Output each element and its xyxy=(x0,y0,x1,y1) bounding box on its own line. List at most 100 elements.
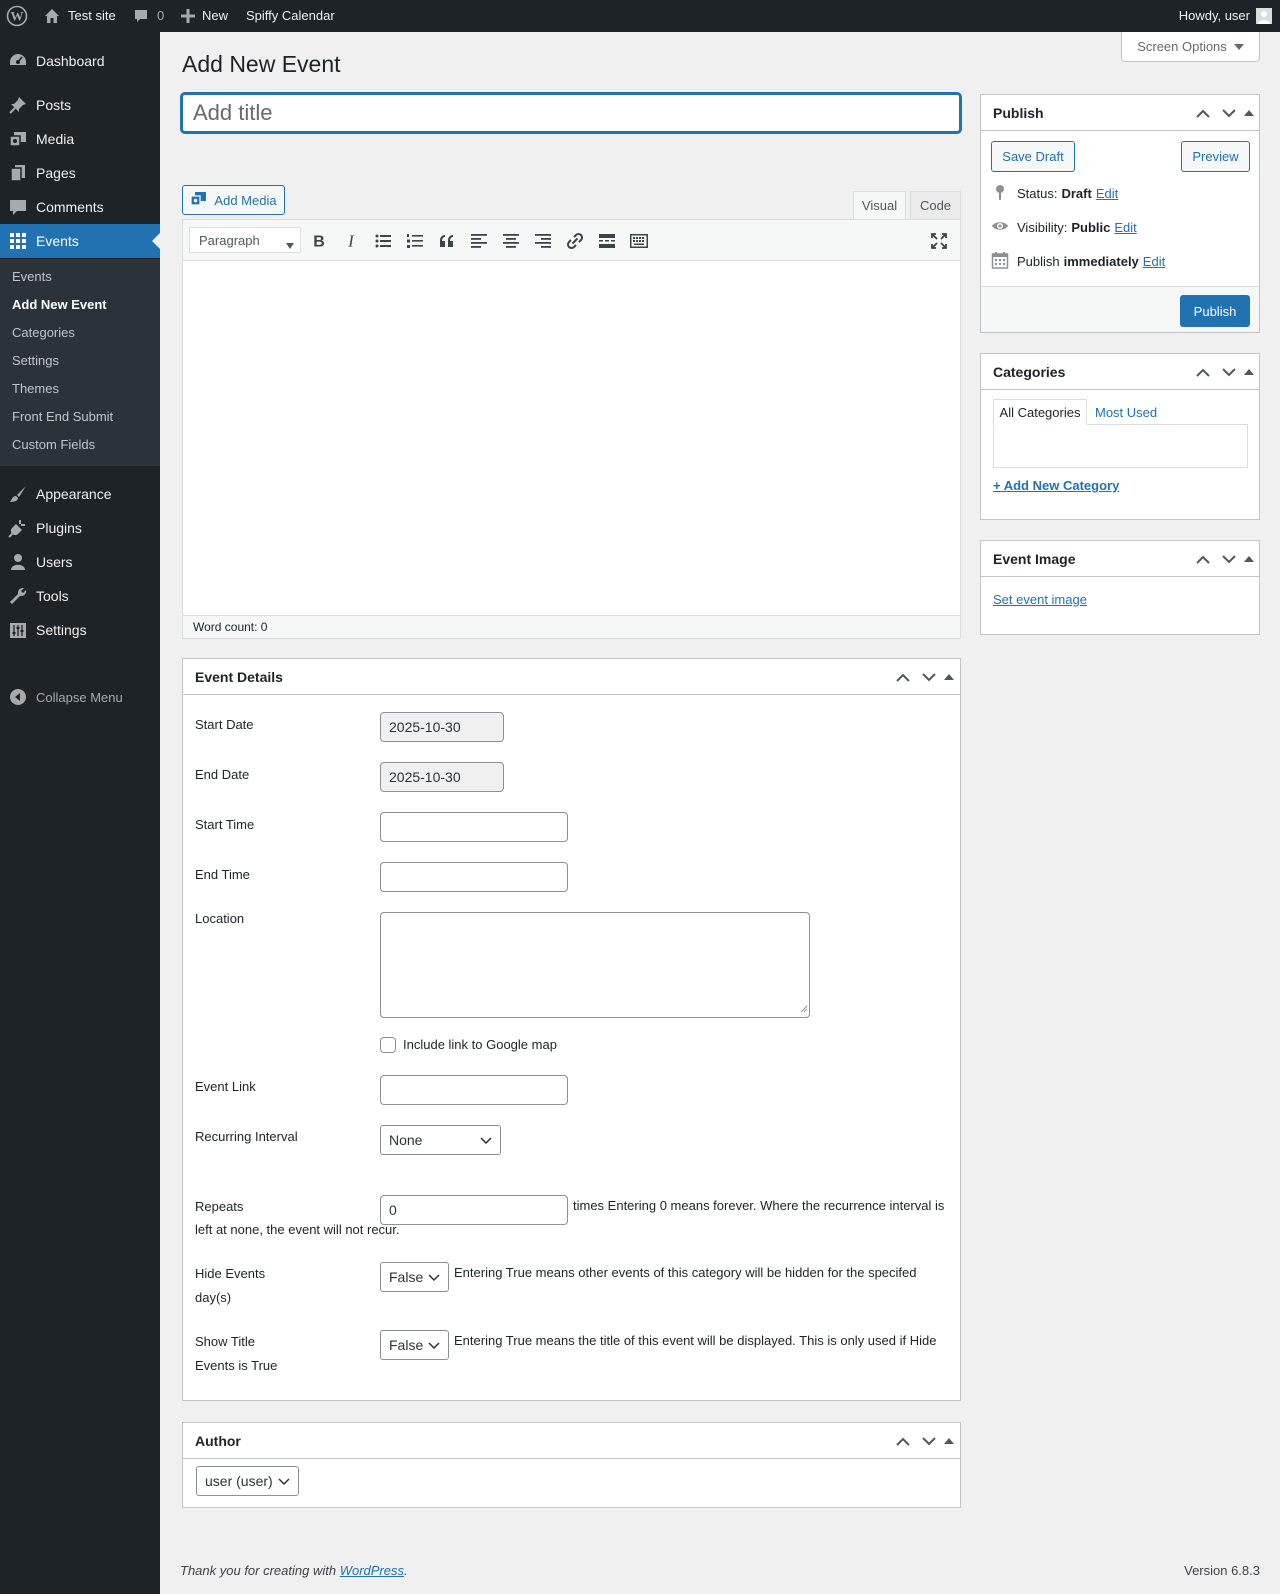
toggle-panel-icon[interactable] xyxy=(939,667,959,687)
my-account-link[interactable]: Howdy, user xyxy=(1179,0,1272,32)
tab-most-used[interactable]: Most Used xyxy=(1095,399,1157,425)
repeats-label: Repeats xyxy=(195,1199,244,1214)
spiffy-calendar-link[interactable]: Spiffy Calendar xyxy=(246,0,335,32)
sidebar-item-label: Plugins xyxy=(36,520,82,536)
toggle-panel-icon[interactable] xyxy=(1239,549,1259,569)
toggle-panel-icon[interactable] xyxy=(1239,362,1259,382)
sidebar-item-label: Dashboard xyxy=(36,53,105,69)
move-up-icon[interactable] xyxy=(893,1431,913,1451)
repeats-description-line-1: times Entering 0 means forever. Where th… xyxy=(573,1198,945,1213)
wordpress-link[interactable]: WordPress xyxy=(340,1563,404,1578)
show-title-select[interactable]: False xyxy=(380,1330,449,1360)
move-up-icon[interactable] xyxy=(1193,103,1213,123)
repeats-input[interactable]: 0 xyxy=(380,1195,568,1225)
format-select[interactable]: Paragraph xyxy=(189,227,301,253)
location-textarea[interactable] xyxy=(380,912,810,1018)
move-down-icon[interactable] xyxy=(919,667,939,687)
tab-code[interactable]: Code xyxy=(910,191,961,220)
sidebar-item-settings[interactable]: Settings xyxy=(0,613,160,647)
tab-visual[interactable]: Visual xyxy=(853,191,906,220)
submenu-item-categories[interactable]: Categories xyxy=(12,325,75,340)
sidebar-item-tools[interactable]: Tools xyxy=(0,579,160,613)
screen-options-button[interactable]: Screen Options xyxy=(1121,32,1260,62)
end-date-input[interactable]: 2025-10-30 xyxy=(380,762,504,792)
author-select[interactable]: user (user) xyxy=(196,1466,299,1496)
sidebar-item-label: Settings xyxy=(36,622,87,638)
wordpress-logo-icon[interactable]: W xyxy=(6,0,28,32)
start-time-input[interactable] xyxy=(380,812,568,842)
tab-all-categories[interactable]: All Categories xyxy=(993,399,1087,425)
publish-date-edit-link[interactable]: Edit xyxy=(1143,254,1165,269)
footer-thanks-prefix: Thank you for creating with xyxy=(180,1563,340,1578)
move-up-icon[interactable] xyxy=(1193,362,1213,382)
event-link-label: Event Link xyxy=(195,1079,256,1094)
add-media-icon xyxy=(190,190,208,211)
hide-events-label-line-1: Hide Events xyxy=(195,1266,266,1281)
status-edit-link[interactable]: Edit xyxy=(1096,186,1118,201)
submenu-item-front-end-submit[interactable]: Front End Submit xyxy=(12,409,113,424)
bullet-list-icon[interactable] xyxy=(373,231,393,251)
start-date-label: Start Date xyxy=(195,717,254,732)
title-input[interactable] xyxy=(181,93,961,133)
collapse-menu-button[interactable]: Collapse Menu xyxy=(0,682,160,712)
submenu-item-custom-fields[interactable]: Custom Fields xyxy=(12,437,95,452)
toggle-panel-icon[interactable] xyxy=(939,1431,959,1451)
sidebar-item-comments[interactable]: Comments xyxy=(0,190,160,224)
google-map-checkbox[interactable] xyxy=(380,1037,396,1053)
hide-events-value: False xyxy=(389,1269,424,1285)
visibility-edit-link[interactable]: Edit xyxy=(1114,220,1136,235)
bold-icon[interactable]: B xyxy=(309,231,329,251)
fullscreen-icon[interactable] xyxy=(929,231,949,251)
numbered-list-icon[interactable] xyxy=(405,231,425,251)
sidebar-item-dashboard[interactable]: Dashboard xyxy=(0,44,160,78)
align-left-icon[interactable] xyxy=(469,231,489,251)
toggle-panel-icon[interactable] xyxy=(1239,103,1259,123)
hide-events-select[interactable]: False xyxy=(380,1262,449,1292)
move-down-icon[interactable] xyxy=(1219,103,1239,123)
sidebar-item-media[interactable]: Media xyxy=(0,122,160,156)
submenu-item-events[interactable]: Events xyxy=(12,269,52,284)
align-right-icon[interactable] xyxy=(533,231,553,251)
italic-icon[interactable]: I xyxy=(341,231,361,251)
recurring-interval-select[interactable]: None xyxy=(380,1125,501,1155)
add-media-button[interactable]: Add Media xyxy=(182,185,285,215)
end-time-input[interactable] xyxy=(380,862,568,892)
visibility-value: Public xyxy=(1071,220,1111,235)
event-image-header: Event Image xyxy=(981,541,1259,577)
move-down-icon[interactable] xyxy=(1219,362,1239,382)
new-label: New xyxy=(202,8,229,23)
align-center-icon[interactable] xyxy=(501,231,521,251)
sidebar-item-plugins[interactable]: Plugins xyxy=(0,511,160,545)
submenu-item-themes[interactable]: Themes xyxy=(12,381,59,396)
sidebar-item-appearance[interactable]: Appearance xyxy=(0,477,160,511)
triangle-down-icon xyxy=(286,237,294,252)
publish-button[interactable]: Publish xyxy=(1180,295,1250,327)
author-header: Author xyxy=(183,1423,960,1459)
preview-button[interactable]: Preview xyxy=(1181,141,1250,172)
site-name-link[interactable]: Test site xyxy=(44,0,116,32)
move-down-icon[interactable] xyxy=(1219,549,1239,569)
new-content-link[interactable]: New xyxy=(181,0,228,32)
submenu-item-add-new-event[interactable]: Add New Event xyxy=(12,297,107,312)
set-event-image-link[interactable]: Set event image xyxy=(993,592,1087,607)
categories-header: Categories xyxy=(981,354,1259,390)
blockquote-icon[interactable] xyxy=(437,231,457,251)
save-draft-button[interactable]: Save Draft xyxy=(991,141,1075,172)
sidebar-item-events[interactable]: Events xyxy=(0,224,160,258)
move-up-icon[interactable] xyxy=(1193,549,1213,569)
add-new-category-link[interactable]: + Add New Category xyxy=(993,478,1119,493)
toolbar-toggle-icon[interactable] xyxy=(629,231,649,251)
pin-icon xyxy=(991,183,1009,204)
move-up-icon[interactable] xyxy=(893,667,913,687)
comments-link[interactable]: 0 xyxy=(133,0,164,32)
start-date-input[interactable]: 2025-10-30 xyxy=(380,712,504,742)
event-link-input[interactable] xyxy=(380,1075,568,1105)
sidebar-item-pages[interactable]: Pages xyxy=(0,156,160,190)
sidebar-item-users[interactable]: Users xyxy=(0,545,160,579)
read-more-icon[interactable] xyxy=(597,231,617,251)
link-icon[interactable] xyxy=(565,231,585,251)
show-title-description: Entering True means the title of this ev… xyxy=(454,1333,937,1348)
submenu-item-settings[interactable]: Settings xyxy=(12,353,59,368)
move-down-icon[interactable] xyxy=(919,1431,939,1451)
sidebar-item-posts[interactable]: Posts xyxy=(0,88,160,122)
